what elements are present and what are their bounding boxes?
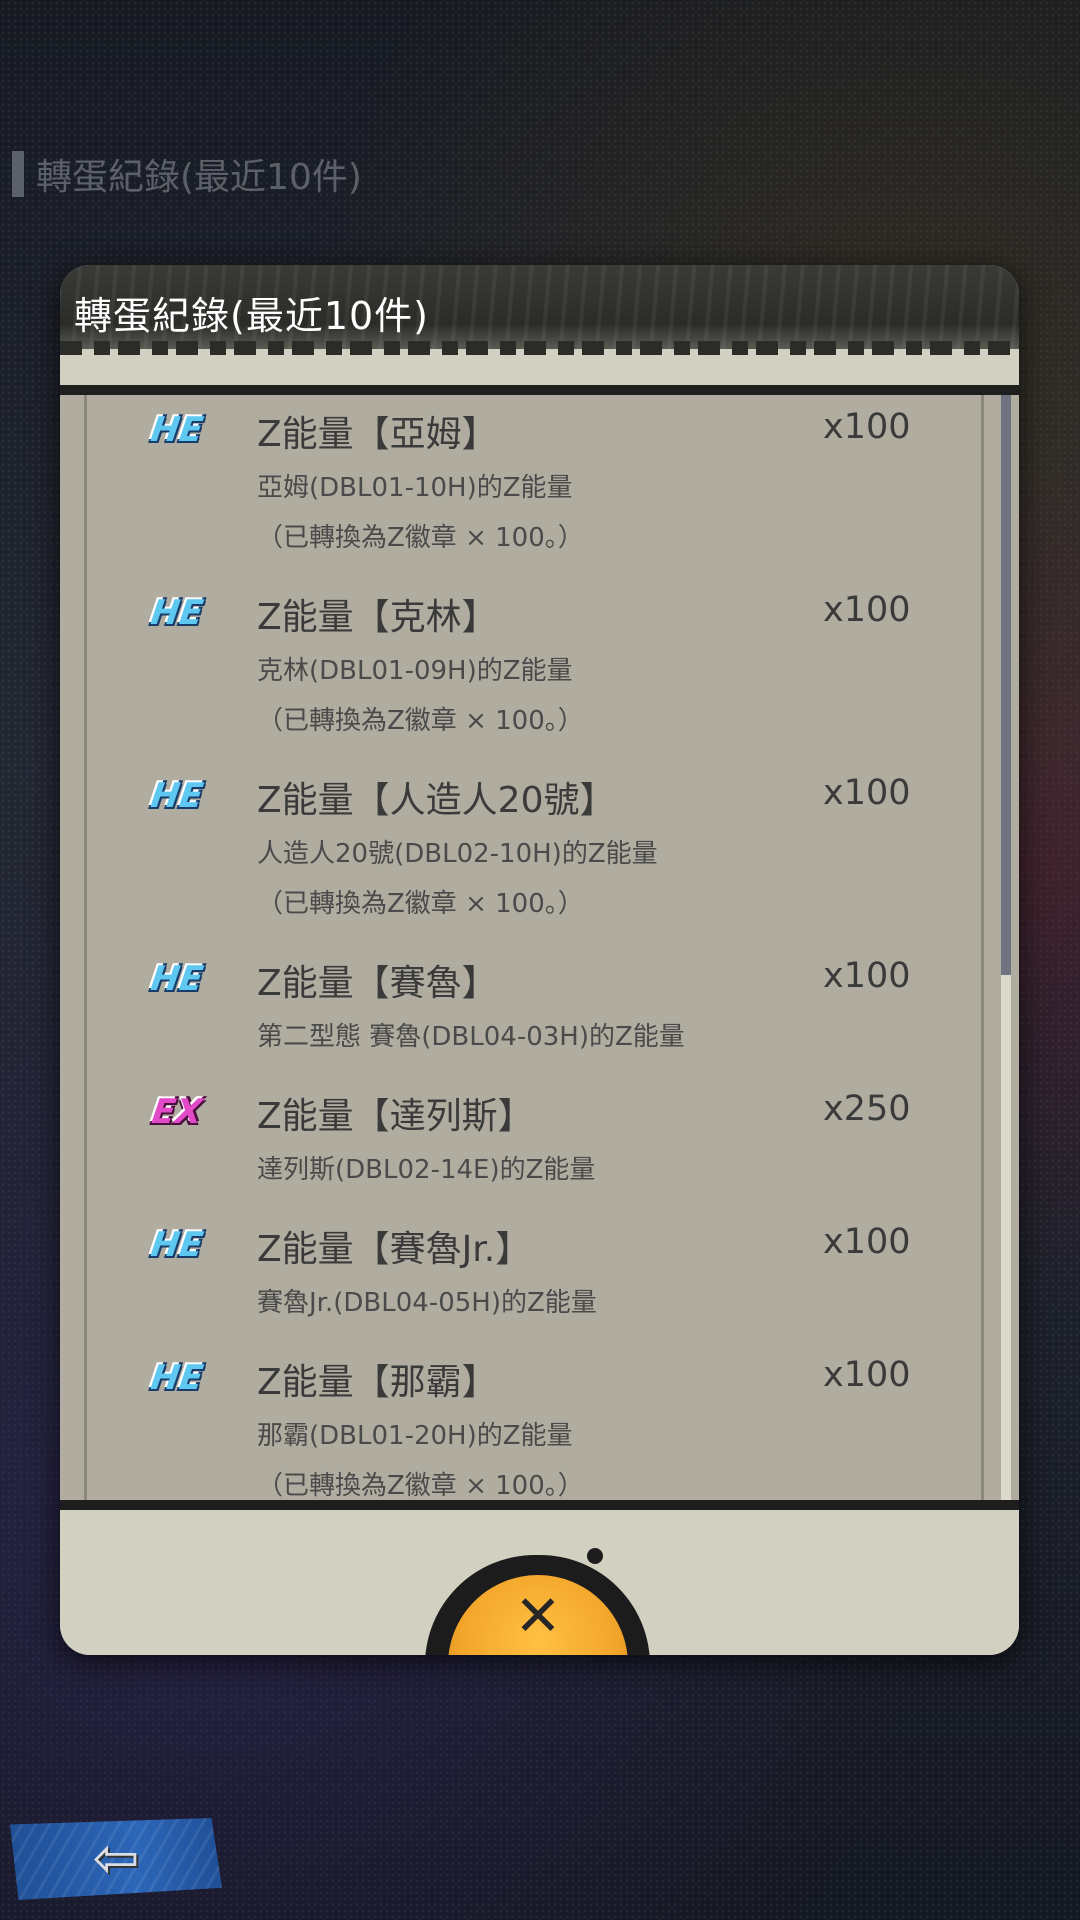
header-ink-edge <box>60 341 1019 355</box>
he-rarity-badge-icon: HE <box>148 959 206 999</box>
ex-rarity-badge-icon: EX <box>149 1092 205 1132</box>
history-list[interactable]: HE Z能量【亞姆】 x100 亞姆(DBL01-10H)的Z能量 （已轉換為Z… <box>60 385 1019 1510</box>
item-quantity: x100 <box>823 773 911 813</box>
item-description: 人造人20號(DBL02-10H)的Z能量 <box>257 839 658 869</box>
item-quantity: x100 <box>823 590 911 630</box>
item-quantity: x100 <box>823 1355 911 1395</box>
background-title-text: 轉蛋紀錄(最近10件) <box>36 157 362 198</box>
item-description: 那霸(DBL01-20H)的Z能量 <box>257 1421 573 1451</box>
item-name: Z能量【亞姆】 <box>257 414 498 455</box>
scrollbar-thumb[interactable] <box>1001 395 1011 975</box>
item-conversion-note: （已轉換為Z徽章 × 100。） <box>257 1471 584 1501</box>
dialog-header: 轉蛋紀錄(最近10件) <box>60 265 1019 355</box>
item-quantity: x100 <box>823 956 911 996</box>
item-conversion-note: （已轉換為Z徽章 × 100。） <box>257 706 584 736</box>
item-description: 賽魯Jr.(DBL04-05H)的Z能量 <box>257 1288 597 1318</box>
item-quantity: x250 <box>823 1089 911 1129</box>
item-conversion-note: （已轉換為Z徽章 × 100。） <box>257 523 584 553</box>
item-name: Z能量【達列斯】 <box>257 1096 534 1137</box>
item-description: 第二型態 賽魯(DBL04-03H)的Z能量 <box>257 1022 685 1052</box>
title-bar-marker <box>12 151 24 197</box>
background-title: 轉蛋紀錄(最近10件) <box>12 150 362 198</box>
history-list-inner: HE Z能量【亞姆】 x100 亞姆(DBL01-10H)的Z能量 （已轉換為Z… <box>84 395 984 1501</box>
back-button[interactable]: ⇦ <box>10 1818 222 1900</box>
back-arrow-icon: ⇦ <box>92 1826 140 1891</box>
he-rarity-badge-icon: HE <box>148 593 206 633</box>
he-rarity-badge-icon: HE <box>148 1358 206 1398</box>
item-description: 亞姆(DBL01-10H)的Z能量 <box>257 473 573 503</box>
he-rarity-badge-icon: HE <box>148 1225 206 1265</box>
item-quantity: x100 <box>823 1222 911 1262</box>
item-name: Z能量【賽魯Jr.】 <box>257 1229 532 1270</box>
he-rarity-badge-icon: HE <box>148 410 206 450</box>
dialog-title: 轉蛋紀錄(最近10件) <box>74 294 430 338</box>
item-conversion-note: （已轉換為Z徽章 × 100。） <box>257 889 584 919</box>
dialog-footer: ✕ <box>60 1510 1019 1655</box>
item-description: 克林(DBL01-09H)的Z能量 <box>257 656 573 686</box>
item-name: Z能量【那霸】 <box>257 1362 498 1403</box>
item-name: Z能量【人造人20號】 <box>257 780 616 821</box>
ink-dot <box>587 1548 603 1564</box>
item-quantity: x100 <box>823 407 911 447</box>
gacha-history-dialog: 轉蛋紀錄(最近10件) HE Z能量【亞姆】 x100 亞姆(DBL01-10H… <box>60 265 1019 1655</box>
list-scrollbar[interactable] <box>1001 395 1011 1500</box>
close-icon: ✕ <box>514 1584 562 1649</box>
item-name: Z能量【賽魯】 <box>257 963 498 1004</box>
item-description: 達列斯(DBL02-14E)的Z能量 <box>257 1155 596 1185</box>
item-name: Z能量【克林】 <box>257 597 498 638</box>
he-rarity-badge-icon: HE <box>148 776 206 816</box>
